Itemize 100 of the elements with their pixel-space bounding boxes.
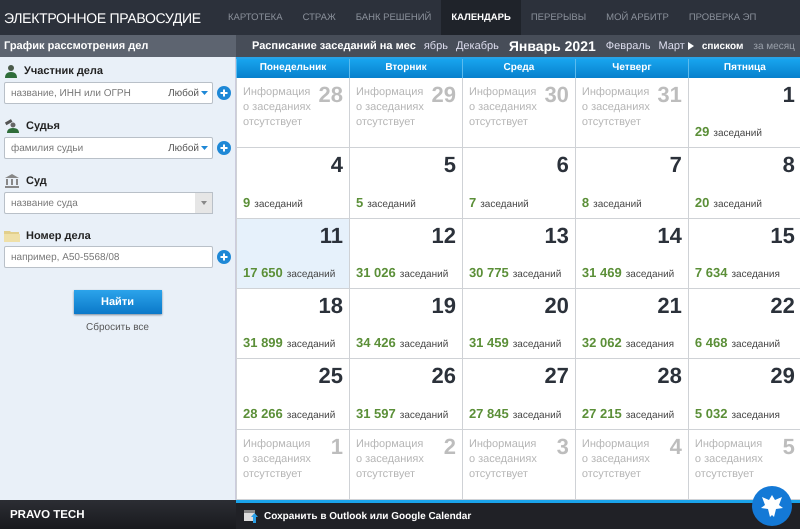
month-link[interactable]: Январь 2021 bbox=[508, 38, 596, 54]
nav-tab[interactable]: КАРТОТЕКА bbox=[218, 0, 293, 35]
input-field[interactable]: например, А50-5568/08 bbox=[4, 246, 213, 268]
view-toggle[interactable]: списком bbox=[702, 40, 744, 52]
input-field[interactable]: название, ИНН или ОГРН Любой bbox=[4, 82, 213, 104]
calendar-day[interactable]: 14 31 469 заседаний bbox=[574, 218, 688, 289]
calendar-day[interactable]: 20 31 459 заседаний bbox=[462, 289, 575, 360]
calendar-day[interactable]: 1 29 заседаний bbox=[688, 78, 800, 148]
calendar-day[interactable]: 13 30 775 заседаний bbox=[462, 218, 575, 289]
add-icon[interactable] bbox=[217, 250, 231, 264]
session-unit: заседаний bbox=[593, 198, 642, 210]
no-info-text: Информация о заседаниях отсутствует bbox=[356, 436, 425, 482]
day-number: 3 bbox=[556, 434, 569, 460]
month-link[interactable]: Март bbox=[658, 40, 685, 52]
calendar-day[interactable]: 11 17 650 заседаний bbox=[236, 218, 349, 289]
session-unit: заседаний bbox=[713, 198, 762, 210]
day-number: 4 bbox=[330, 152, 343, 178]
day-number: 6 bbox=[556, 152, 569, 178]
day-number: 18 bbox=[318, 293, 343, 319]
calendar-day[interactable]: 27 27 845 заседаний bbox=[462, 359, 575, 430]
calendar-day[interactable]: 21 32 062 заседания bbox=[574, 289, 688, 360]
any-dropdown[interactable]: Любой bbox=[168, 88, 208, 98]
session-count: 31 469 bbox=[582, 265, 622, 280]
session-unit: заседаний bbox=[400, 269, 448, 280]
add-icon[interactable] bbox=[217, 86, 231, 100]
calendar-day[interactable]: 15 7 634 заседания bbox=[688, 218, 800, 289]
session-count: 31 597 bbox=[356, 406, 396, 421]
calendar-day[interactable]: 18 31 899 заседаний bbox=[236, 289, 349, 360]
nav-tab[interactable]: КАЛЕНДАРЬ bbox=[441, 0, 521, 35]
day-number: 15 bbox=[770, 222, 795, 249]
calendar-day[interactable]: 12 31 026 заседаний bbox=[348, 218, 462, 289]
day-number: 28 bbox=[657, 363, 682, 390]
session-count: 30 775 bbox=[468, 265, 509, 280]
day-number: 5 bbox=[782, 434, 795, 460]
nav-tab[interactable]: МОЙ АРБИТР bbox=[596, 0, 679, 35]
session-count: 8 bbox=[582, 194, 590, 210]
export-link[interactable]: Сохранить в Outlook или Google Calendar bbox=[264, 510, 472, 522]
session-unit: заседаний bbox=[286, 269, 336, 280]
reset-link[interactable]: Сбросить все bbox=[86, 322, 149, 333]
calendar-day[interactable]: 28 27 215 заседаний bbox=[574, 359, 688, 430]
day-number: 29 bbox=[431, 82, 456, 108]
filter-label: Суд bbox=[26, 175, 47, 187]
calendar-day[interactable]: 29 5 032 заседания bbox=[688, 359, 800, 430]
session-unit: заседаний bbox=[254, 198, 303, 210]
nav-tab[interactable]: СТРАЖ bbox=[292, 0, 346, 35]
any-dropdown[interactable]: Любой bbox=[168, 142, 208, 154]
day-number: 31 bbox=[657, 82, 682, 108]
day-number: 26 bbox=[431, 363, 456, 390]
session-count: 6 468 bbox=[694, 335, 728, 350]
calendar-day[interactable]: 6 7 заседаний bbox=[462, 148, 575, 219]
session-unit: заседаний bbox=[400, 339, 448, 350]
next-arrow-icon[interactable] bbox=[688, 42, 694, 50]
session-count: 17 650 bbox=[243, 265, 283, 280]
calendar-day[interactable]: 26 31 597 заседаний bbox=[348, 359, 462, 430]
calendar-day[interactable]: 5 5 заседаний bbox=[348, 148, 462, 219]
nav-tab[interactable]: ПЕРЕРЫВЫ bbox=[520, 0, 596, 35]
month-link[interactable]: Февраль bbox=[606, 40, 650, 52]
session-unit: заседаний bbox=[367, 198, 416, 210]
filter-label: Участник дела bbox=[24, 65, 104, 77]
day-number: 2 bbox=[444, 434, 456, 460]
session-unit: заседаний bbox=[626, 410, 674, 421]
input-field[interactable]: фамилия судьи Любой bbox=[4, 137, 213, 159]
session-count: 27 215 bbox=[582, 406, 622, 421]
emblem-icon[interactable] bbox=[752, 486, 792, 526]
calendar-day[interactable]: 25 28 266 заседаний bbox=[236, 359, 349, 430]
session-unit: заседаний bbox=[480, 198, 529, 210]
filter-label: Судья bbox=[26, 120, 60, 132]
judge-icon bbox=[4, 119, 20, 133]
month-link[interactable]: ябрь bbox=[424, 40, 448, 52]
day-number: 7 bbox=[670, 152, 682, 178]
month-link[interactable]: Декабрь bbox=[456, 40, 499, 52]
session-unit: заседаний bbox=[286, 339, 336, 350]
session-count: 34 426 bbox=[356, 335, 396, 350]
calendar-day[interactable]: 8 20 заседаний bbox=[688, 148, 800, 219]
day-number: 22 bbox=[770, 293, 795, 319]
session-unit: заседаний bbox=[731, 339, 780, 350]
search-button[interactable]: Найти bbox=[74, 290, 162, 314]
filter-label: Номер дела bbox=[26, 230, 91, 242]
day-number: 11 bbox=[320, 222, 343, 249]
nav-tab[interactable]: ПРОВЕРКА ЭП bbox=[678, 0, 766, 35]
day-number: 28 bbox=[318, 82, 343, 108]
day-number: 19 bbox=[431, 293, 456, 319]
session-count: 27 845 bbox=[468, 406, 509, 421]
add-icon[interactable] bbox=[217, 141, 231, 155]
calendar-day[interactable]: 7 8 заседаний bbox=[574, 148, 688, 219]
calendar-day[interactable]: 19 34 426 заседаний bbox=[348, 289, 462, 360]
session-count: 29 bbox=[694, 124, 710, 140]
no-info-text: Информация о заседаниях отсутствует bbox=[243, 436, 312, 482]
no-info-text: Информация о заседаниях отсутствует bbox=[582, 436, 651, 482]
calendar-day[interactable]: 22 6 468 заседаний bbox=[688, 289, 800, 360]
nav-tab[interactable]: БАНК РЕШЕНИЙ bbox=[346, 0, 442, 35]
session-count: 7 bbox=[468, 194, 476, 210]
session-unit: заседаний bbox=[713, 128, 762, 140]
session-unit: заседаний bbox=[400, 410, 448, 421]
session-unit: заседания bbox=[626, 339, 674, 350]
session-count: 5 032 bbox=[694, 406, 728, 421]
caret-icon bbox=[201, 91, 208, 95]
day-number: 27 bbox=[544, 363, 569, 390]
calendar-day[interactable]: 4 9 заседаний bbox=[236, 148, 349, 219]
session-count: 31 026 bbox=[356, 265, 396, 280]
